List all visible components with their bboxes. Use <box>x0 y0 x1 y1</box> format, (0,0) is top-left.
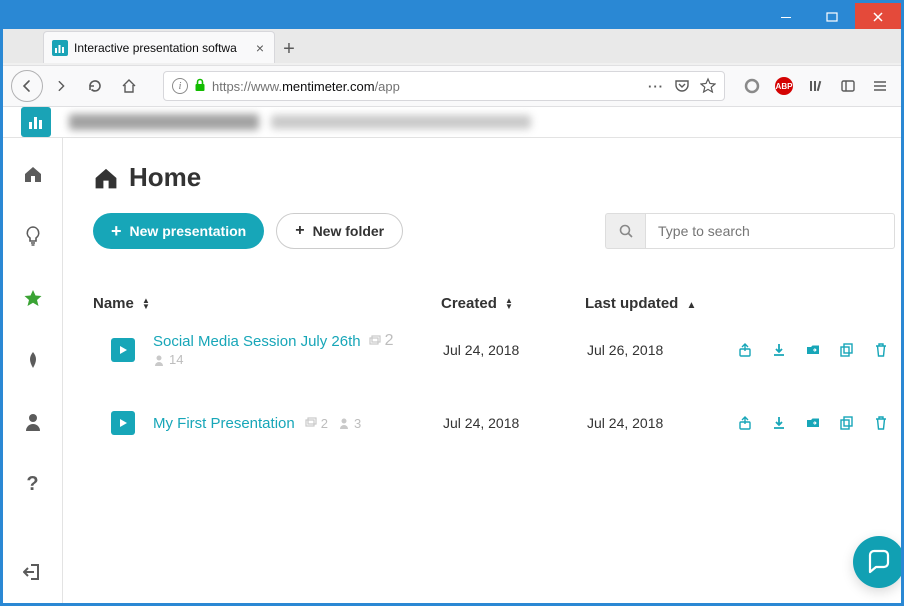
download-icon[interactable] <box>771 415 787 431</box>
table-row: My First Presentation 2 3 <box>93 381 895 449</box>
app-header <box>3 107 901 137</box>
presentation-icon[interactable] <box>111 338 135 362</box>
window-close-button[interactable] <box>855 3 901 31</box>
sidebar-help-icon[interactable]: ? <box>15 466 51 502</box>
col-name-header[interactable]: Name ▲▼ <box>93 295 441 312</box>
page-actions-icon[interactable]: ··· <box>648 79 664 94</box>
sort-asc-icon: ▲ <box>687 300 697 311</box>
download-icon[interactable] <box>771 342 787 358</box>
library-icon[interactable] <box>803 73 829 99</box>
search-box <box>605 213 895 249</box>
url-host: mentimeter.com <box>282 79 374 94</box>
search-input[interactable] <box>645 213 895 249</box>
delete-icon[interactable] <box>873 415 889 431</box>
url-bar[interactable]: i https://www.mentimeter.com/app ··· <box>163 71 725 101</box>
home-icon <box>93 165 119 191</box>
sidebar-star-icon[interactable] <box>15 280 51 316</box>
sidebar-idea-icon[interactable] <box>15 218 51 254</box>
sort-icon: ▲▼ <box>142 298 150 310</box>
col-created-header[interactable]: Created ▲▼ <box>441 295 585 312</box>
sidebar-account-icon[interactable] <box>15 404 51 440</box>
browser-tab[interactable]: Interactive presentation softwa × <box>43 31 275 63</box>
slide-count: 2 <box>305 416 328 431</box>
row-actions <box>737 342 895 358</box>
duplicate-icon[interactable] <box>839 342 855 358</box>
main-panel: Home + New presentation + New folder <box>63 138 901 603</box>
url-text: https://www.mentimeter.com/app <box>212 79 642 94</box>
move-folder-icon[interactable] <box>805 415 821 431</box>
page-title-text: Home <box>129 162 201 193</box>
row-actions <box>737 415 895 431</box>
tab-title: Interactive presentation softwa <box>74 41 248 55</box>
created-date: Jul 24, 2018 <box>443 342 587 358</box>
menu-icon[interactable] <box>867 73 893 99</box>
sidebar-home-icon[interactable] <box>15 156 51 192</box>
slide-count: 2 <box>369 332 394 350</box>
tab-close-icon[interactable]: × <box>254 38 266 58</box>
vote-count: 3 <box>338 416 361 431</box>
new-presentation-button[interactable]: + New presentation <box>93 213 264 249</box>
share-icon[interactable] <box>737 415 753 431</box>
lock-icon <box>194 78 206 95</box>
new-folder-label: New folder <box>313 223 385 239</box>
sidebar-logout-icon[interactable] <box>15 554 51 590</box>
new-presentation-label: New presentation <box>130 223 247 239</box>
delete-icon[interactable] <box>873 342 889 358</box>
col-updated-header[interactable]: Last updated ▲ <box>585 295 735 312</box>
updated-date: Jul 24, 2018 <box>587 415 737 431</box>
home-button[interactable] <box>113 70 145 102</box>
plus-icon: + <box>111 221 122 242</box>
new-tab-button[interactable]: + <box>275 35 303 63</box>
url-path: /app <box>375 79 400 94</box>
table-header: Name ▲▼ Created ▲▼ Last updated ▲ <box>93 295 895 312</box>
plus-icon: + <box>295 222 304 240</box>
duplicate-icon[interactable] <box>839 415 855 431</box>
browser-window: Interactive presentation softwa × + i ht… <box>0 0 904 606</box>
sort-icon: ▲▼ <box>505 298 513 310</box>
table-row: Social Media Session July 26th 2 14 <box>93 312 895 381</box>
share-icon[interactable] <box>737 342 753 358</box>
updated-date: Jul 26, 2018 <box>587 342 737 358</box>
window-maximize-button[interactable] <box>809 3 855 31</box>
favicon-icon <box>52 40 68 56</box>
breadcrumb-blurred <box>69 112 901 132</box>
move-folder-icon[interactable] <box>805 342 821 358</box>
url-prefix: https://www. <box>212 79 282 94</box>
window-minimize-button[interactable] <box>763 3 809 31</box>
sidebar-toggle-icon[interactable] <box>835 73 861 99</box>
tab-strip: Interactive presentation softwa × + <box>3 29 901 63</box>
presentation-icon[interactable] <box>111 411 135 435</box>
app-logo-icon[interactable] <box>21 107 51 137</box>
reload-button[interactable] <box>79 70 111 102</box>
info-icon[interactable]: i <box>172 78 188 94</box>
presentation-title-link[interactable]: My First Presentation <box>153 415 295 432</box>
page-title: Home <box>93 162 895 193</box>
pocket-icon[interactable] <box>674 77 690 96</box>
presentation-title-link[interactable]: Social Media Session July 26th <box>153 333 361 350</box>
extension-circle-icon[interactable] <box>739 73 765 99</box>
sidebar-branding-icon[interactable] <box>15 342 51 378</box>
search-button[interactable] <box>605 213 645 249</box>
bookmark-star-icon[interactable] <box>700 77 716 96</box>
vote-count: 14 <box>153 352 183 367</box>
toolbar: + New presentation + New folder <box>93 213 895 249</box>
page-content: ? Home + New presentation <box>3 107 901 603</box>
browser-extensions: ABP <box>735 73 893 99</box>
new-folder-button[interactable]: + New folder <box>276 213 403 249</box>
nav-toolbar: i https://www.mentimeter.com/app ··· ABP <box>3 65 901 107</box>
created-date: Jul 24, 2018 <box>443 415 587 431</box>
window-titlebar <box>3 3 901 31</box>
adblock-icon[interactable]: ABP <box>771 73 797 99</box>
forward-button[interactable] <box>45 70 77 102</box>
sidebar: ? <box>3 138 63 603</box>
back-button[interactable] <box>11 70 43 102</box>
chat-bubble-button[interactable] <box>853 536 901 588</box>
